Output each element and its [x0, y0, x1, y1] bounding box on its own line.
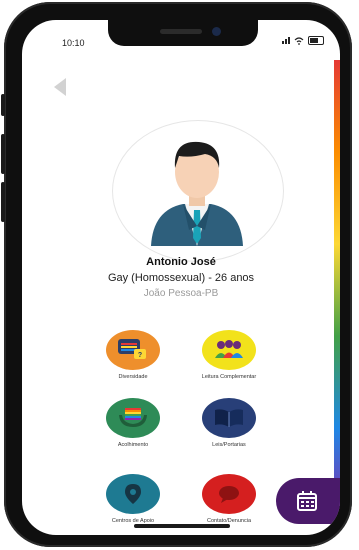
calendar-icon: [297, 491, 317, 511]
leitura-circle[interactable]: [202, 330, 256, 370]
front-camera: [212, 27, 221, 36]
signal-icon: [282, 37, 290, 44]
menu-leitura-complementar[interactable]: Leitura Complementar: [181, 330, 277, 380]
profile-orientation: Gay (Homossexual) - 26 anos: [107, 272, 255, 284]
status-icons: [282, 36, 324, 45]
diversidade-circle[interactable]: ?: [106, 330, 160, 370]
back-icon[interactable]: [54, 78, 66, 96]
avatar: [151, 141, 243, 246]
leitura-label: Leitura Complementar: [201, 374, 257, 380]
acolhimento-label: Acolhimento: [117, 442, 149, 448]
calendar-fab-button[interactable]: [276, 478, 340, 524]
acolhimento-circle[interactable]: [106, 398, 160, 438]
volume-down-button: [1, 182, 5, 222]
leis-circle[interactable]: [202, 398, 256, 438]
centros-circle[interactable]: [106, 474, 160, 514]
speech-bubble-icon: [219, 486, 239, 503]
leis-label: Leis/Portarias: [212, 442, 246, 448]
speaker: [160, 29, 202, 34]
status-time: 10:10: [62, 38, 85, 48]
volume-up-button: [1, 134, 5, 174]
menu-centros-de-apoio[interactable]: Centros de Apoio: [85, 474, 181, 524]
menu-contato-denuncia[interactable]: Contato/Denuncia: [181, 474, 277, 524]
app-screen: 10:10 Antonio José Gay (Homossexual) - 2…: [22, 20, 340, 535]
people-group-icon: [215, 340, 243, 358]
svg-text:?: ?: [138, 352, 142, 359]
battery-icon: [308, 36, 324, 45]
diversidade-label: Diversidade: [118, 374, 148, 380]
home-indicator[interactable]: [134, 524, 230, 528]
menu-leis-portarias[interactable]: Leis/Portarias: [181, 398, 277, 448]
open-book-icon: [215, 409, 243, 427]
profile-name: Antonio José: [146, 256, 216, 268]
map-pin-icon: [125, 484, 141, 504]
menu-acolhimento[interactable]: Acolhimento: [85, 398, 181, 448]
phone-frame: 10:10 Antonio José Gay (Homossexual) - 2…: [1, 2, 352, 547]
hands-rainbow-icon: [119, 408, 147, 427]
notch: [108, 20, 258, 46]
mute-switch: [1, 94, 5, 116]
chat-bubbles-icon: ?: [118, 339, 146, 359]
profile-city: João Pessoa-PB: [143, 288, 219, 299]
wifi-icon: [294, 36, 304, 45]
contato-circle[interactable]: [202, 474, 256, 514]
menu-diversidade[interactable]: ? Diversidade: [85, 330, 181, 380]
